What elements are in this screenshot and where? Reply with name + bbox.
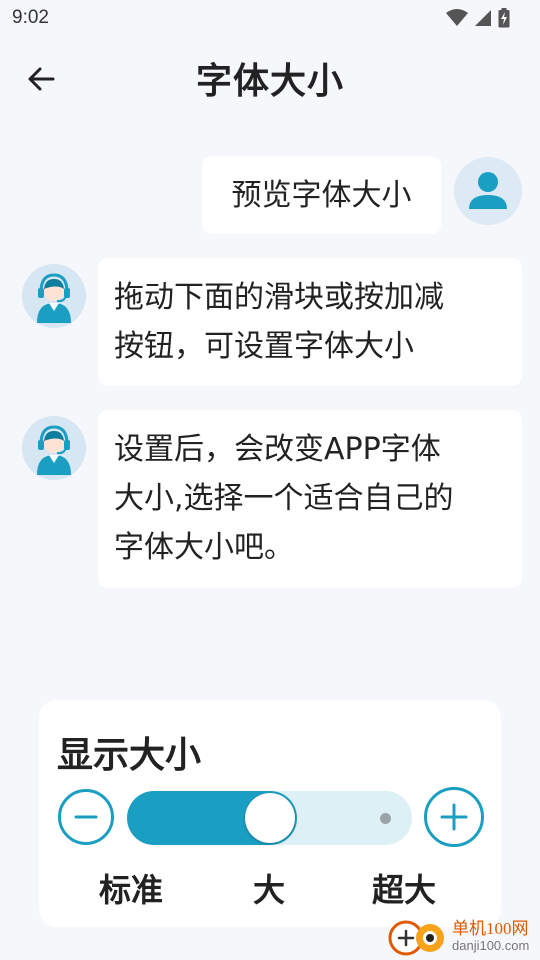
- size-option-large[interactable]: 大: [253, 865, 285, 911]
- user-message-text: 预览字体大小: [231, 177, 412, 213]
- status-icons: [446, 8, 510, 28]
- bot-message-line: 设置后，会改变APP字体: [114, 432, 441, 467]
- bot-message-line: 字体大小吧。: [114, 530, 294, 565]
- user-avatar: [454, 157, 522, 225]
- watermark-text: 单机100网 danji100.com: [452, 920, 529, 954]
- watermark-url: danji100.com: [452, 938, 530, 953]
- app-bar: 字体大小: [0, 44, 540, 114]
- bot-avatar: [22, 264, 86, 328]
- slider-thumb[interactable]: [244, 793, 295, 843]
- watermark: 单机100网 danji100.com: [386, 914, 540, 960]
- status-time: 9:02: [12, 7, 49, 28]
- user-avatar-icon: [469, 172, 507, 209]
- signal-icon: [475, 10, 491, 26]
- size-option-xlarge[interactable]: 超大: [372, 865, 436, 911]
- support-agent-avatar-icon: [37, 273, 71, 323]
- font-size-slider[interactable]: [127, 791, 412, 845]
- status-bar: 9:02: [0, 0, 540, 36]
- bot-message-bubble: 拖动下面的滑块或按加减 按钮，可设置字体大小: [98, 258, 522, 386]
- decrease-button[interactable]: [58, 789, 114, 845]
- bot-message-line: 拖动下面的滑块或按加减: [114, 280, 444, 315]
- bot-message-line: 大小,选择一个适合自己的: [114, 481, 454, 516]
- minus-icon: [74, 815, 98, 819]
- bot-message-line: 按钮，可设置字体大小: [114, 329, 414, 364]
- font-size-panel: 显示大小 标准 大 超大: [39, 700, 501, 927]
- watermark-logo-icon: [388, 920, 444, 956]
- panel-title: 显示大小: [57, 735, 202, 776]
- increase-button[interactable]: [424, 787, 484, 847]
- user-message-bubble: 预览字体大小: [202, 156, 441, 234]
- bot-avatar: [22, 416, 86, 480]
- bot-message-bubble: 设置后，会改变APP字体 大小,选择一个适合自己的 字体大小吧。: [98, 410, 522, 588]
- wifi-icon: [446, 9, 468, 26]
- size-option-standard[interactable]: 标准: [99, 865, 163, 911]
- page-title: 字体大小: [195, 61, 344, 102]
- watermark-name: 单机100网: [452, 919, 529, 938]
- support-agent-avatar-icon: [37, 425, 71, 475]
- battery-charging-icon: [498, 8, 510, 28]
- plus-icon: [440, 803, 468, 831]
- slider-step-dot: [379, 813, 391, 824]
